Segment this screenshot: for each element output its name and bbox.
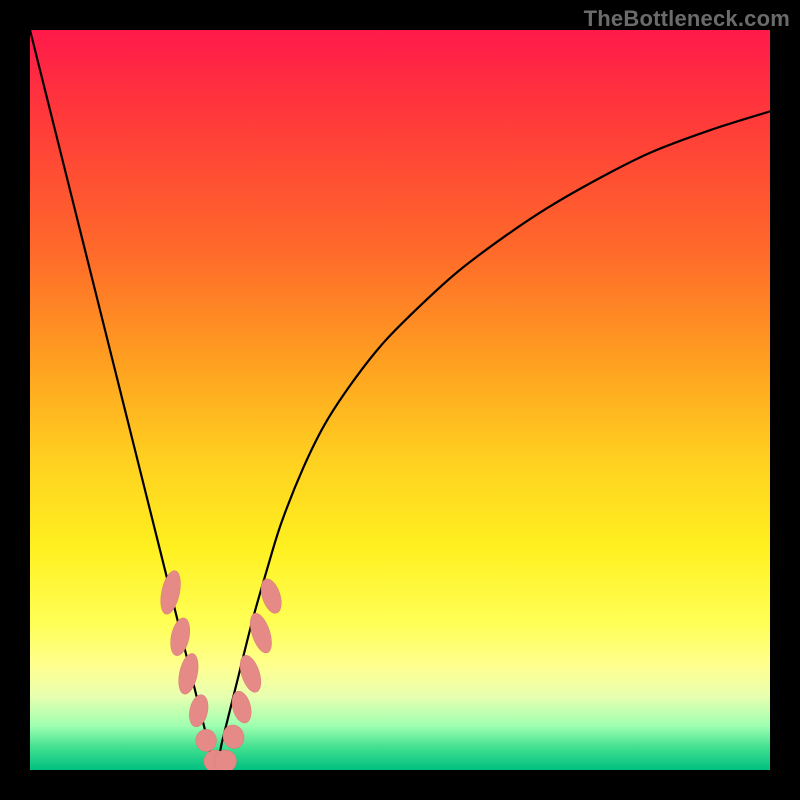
plot-area	[30, 30, 770, 770]
marker-group	[157, 569, 285, 770]
curve-svg	[30, 30, 770, 770]
curve-marker	[257, 576, 285, 615]
curve-marker	[214, 750, 236, 770]
curve-marker	[157, 569, 184, 616]
curve-marker	[220, 723, 246, 751]
curve-marker	[196, 729, 217, 751]
curve-marker	[236, 653, 265, 695]
curve-marker	[175, 652, 201, 696]
curve-marker	[187, 693, 211, 729]
curve-marker	[246, 611, 276, 656]
bottleneck-curve	[30, 30, 770, 770]
curve-marker	[168, 616, 193, 657]
watermark-text: TheBottleneck.com	[584, 6, 790, 32]
curve-marker	[229, 689, 255, 725]
chart-frame: TheBottleneck.com	[0, 0, 800, 800]
